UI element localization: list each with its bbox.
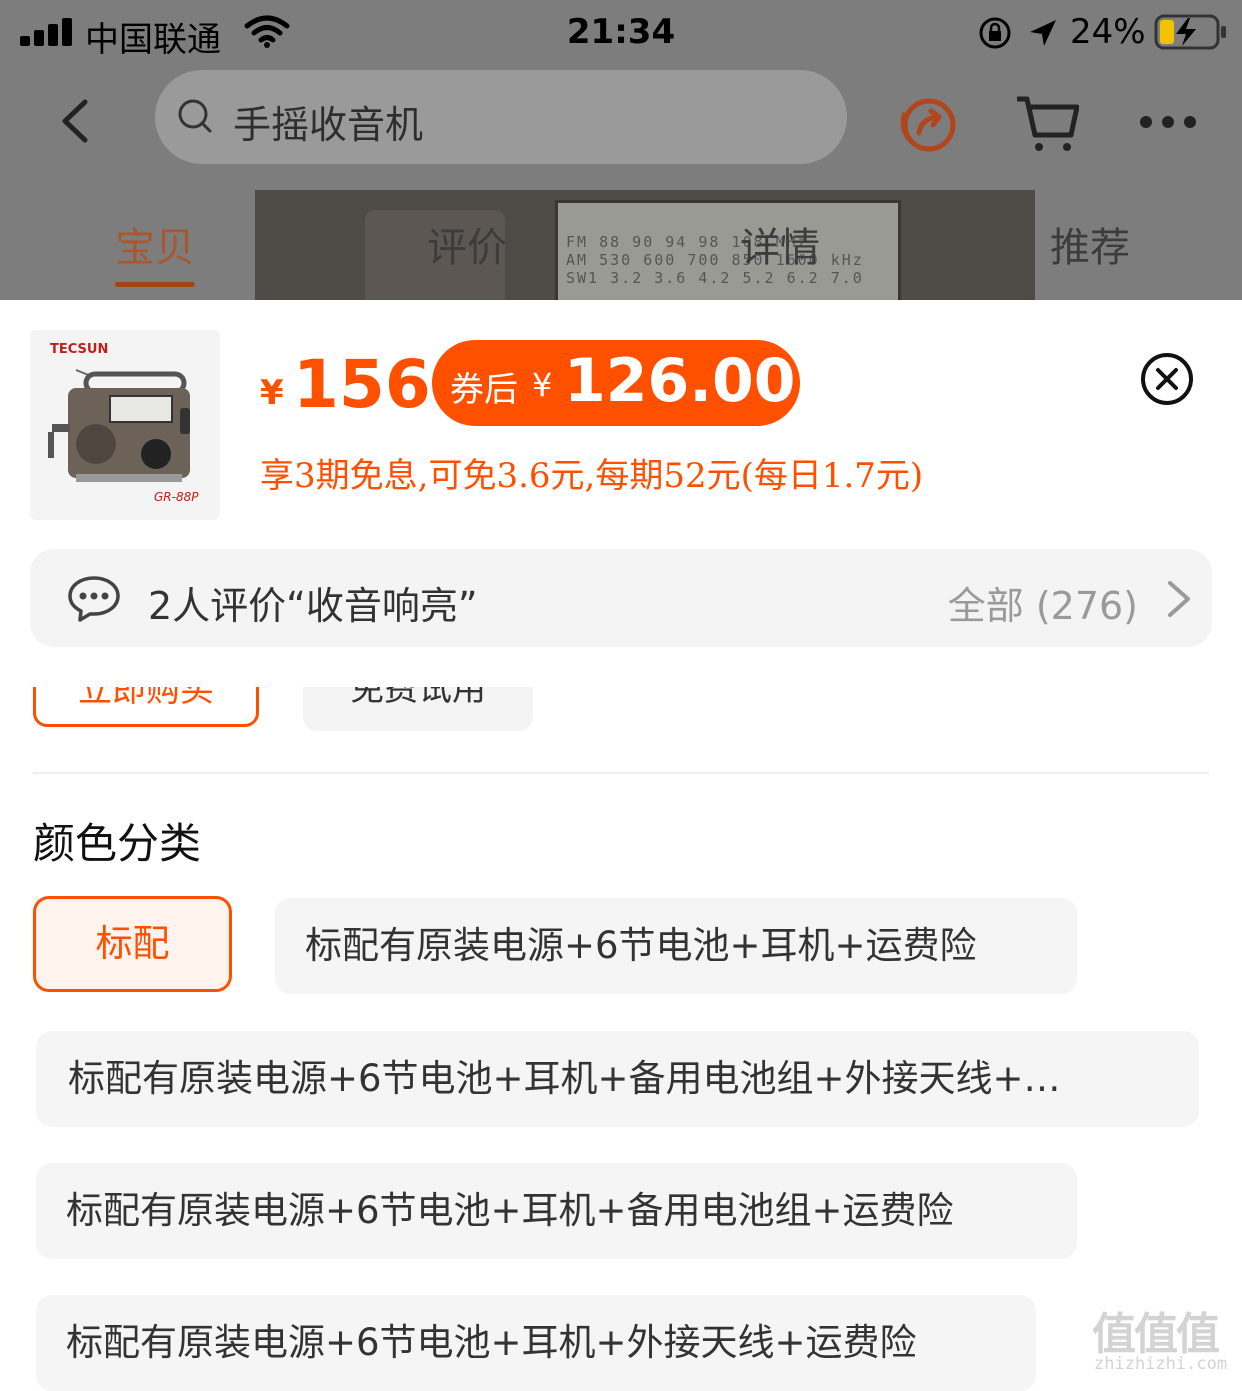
dimmed-background: FM 88 90 94 98 108 MHz AM 530 600 700 85… <box>0 0 1242 300</box>
close-icon[interactable] <box>1140 352 1194 406</box>
sku-option[interactable]: 标配有原装电源+6节电池+耳机+备用电池组+运费险 <box>36 1163 1077 1259</box>
buy-now-button[interactable]: 立即购买 <box>33 687 259 727</box>
watermark-url: zhizhizhi.com <box>1094 1354 1228 1374</box>
action-buttons-clipped: 立即购买 免费试用 <box>0 687 1242 747</box>
sku-option[interactable]: 标配 <box>33 896 232 992</box>
more-icon[interactable] <box>1138 112 1198 132</box>
status-bar: 中国联通 21:34 24% <box>0 0 1242 64</box>
back-arrow-icon[interactable] <box>55 96 95 146</box>
tab-label: 详情 <box>740 225 820 271</box>
radio-product-image <box>48 369 190 482</box>
tab-label: 宝贝 <box>115 225 195 271</box>
coupon-currency: ¥ <box>532 366 553 404</box>
review-all-count: 全部 (276) <box>947 584 1138 628</box>
sku-option[interactable]: 标配有原装电源+6节电池+耳机+运费险 <box>275 898 1077 994</box>
tab-active-underline <box>115 282 195 287</box>
battery-charging-icon <box>1154 14 1226 50</box>
search-box[interactable]: 手摇收音机 <box>155 70 847 164</box>
product-thumbnail[interactable]: TECSUN GR-88P <box>30 330 220 520</box>
color-section-title: 颜色分类 <box>33 819 202 868</box>
coupon-price: 126.00 <box>564 346 796 416</box>
price-currency: ¥ <box>260 373 284 413</box>
free-trial-button[interactable]: 免费试用 <box>303 687 533 731</box>
tab-bar: 宝贝 评价 详情 推荐 <box>0 215 1242 295</box>
cart-icon[interactable] <box>1015 93 1079 155</box>
watermark-logo: 值值值 <box>1092 1309 1220 1360</box>
review-highlight: 2人评价“收音响亮” <box>148 584 478 628</box>
tab-label: 评价 <box>427 225 507 271</box>
battery-percent: 24% <box>1070 12 1146 52</box>
tab-item[interactable]: 宝贝 <box>115 215 195 287</box>
tab-reviews[interactable]: 评价 <box>427 215 507 273</box>
chat-bubble-icon <box>68 576 120 622</box>
thumb-brand-logo: TECSUN <box>50 342 109 357</box>
location-arrow-icon <box>1030 20 1056 46</box>
site-watermark: 值值值 zhizhizhi.com <box>1092 1298 1232 1388</box>
share-icon[interactable] <box>895 93 959 155</box>
tab-recommend[interactable]: 推荐 <box>1050 215 1130 273</box>
review-summary-bar[interactable]: 2人评价“收音响亮” 全部 (276) <box>30 549 1212 647</box>
thumb-model-label: GR-88P <box>154 490 199 504</box>
coupon-label: 券后 <box>450 370 518 410</box>
coupon-price-badge: 券后 ¥ 126.00 <box>432 340 800 426</box>
top-nav-bar: 手摇收音机 <box>0 68 1242 168</box>
section-divider <box>33 772 1209 774</box>
search-query-text: 手摇收音机 <box>233 103 424 147</box>
product-price: 156 <box>293 346 431 423</box>
chevron-right-icon <box>1168 581 1190 617</box>
sku-selector-sheet: TECSUN GR-88P ¥ 156 券后 ¥ 126.00 享3期免息,可免… <box>0 300 1242 1391</box>
tab-label: 推荐 <box>1050 225 1130 271</box>
tab-details[interactable]: 详情 <box>740 215 820 273</box>
installment-info: 享3期免息,可免3.6元,每期52元(每日1.7元) <box>260 456 924 496</box>
sku-option[interactable]: 标配有原装电源+6节电池+耳机+备用电池组+外接天线+… <box>36 1031 1199 1127</box>
search-icon <box>178 99 212 133</box>
orientation-lock-icon <box>979 17 1011 49</box>
sku-option[interactable]: 标配有原装电源+6节电池+耳机+外接天线+运费险 <box>36 1295 1036 1391</box>
